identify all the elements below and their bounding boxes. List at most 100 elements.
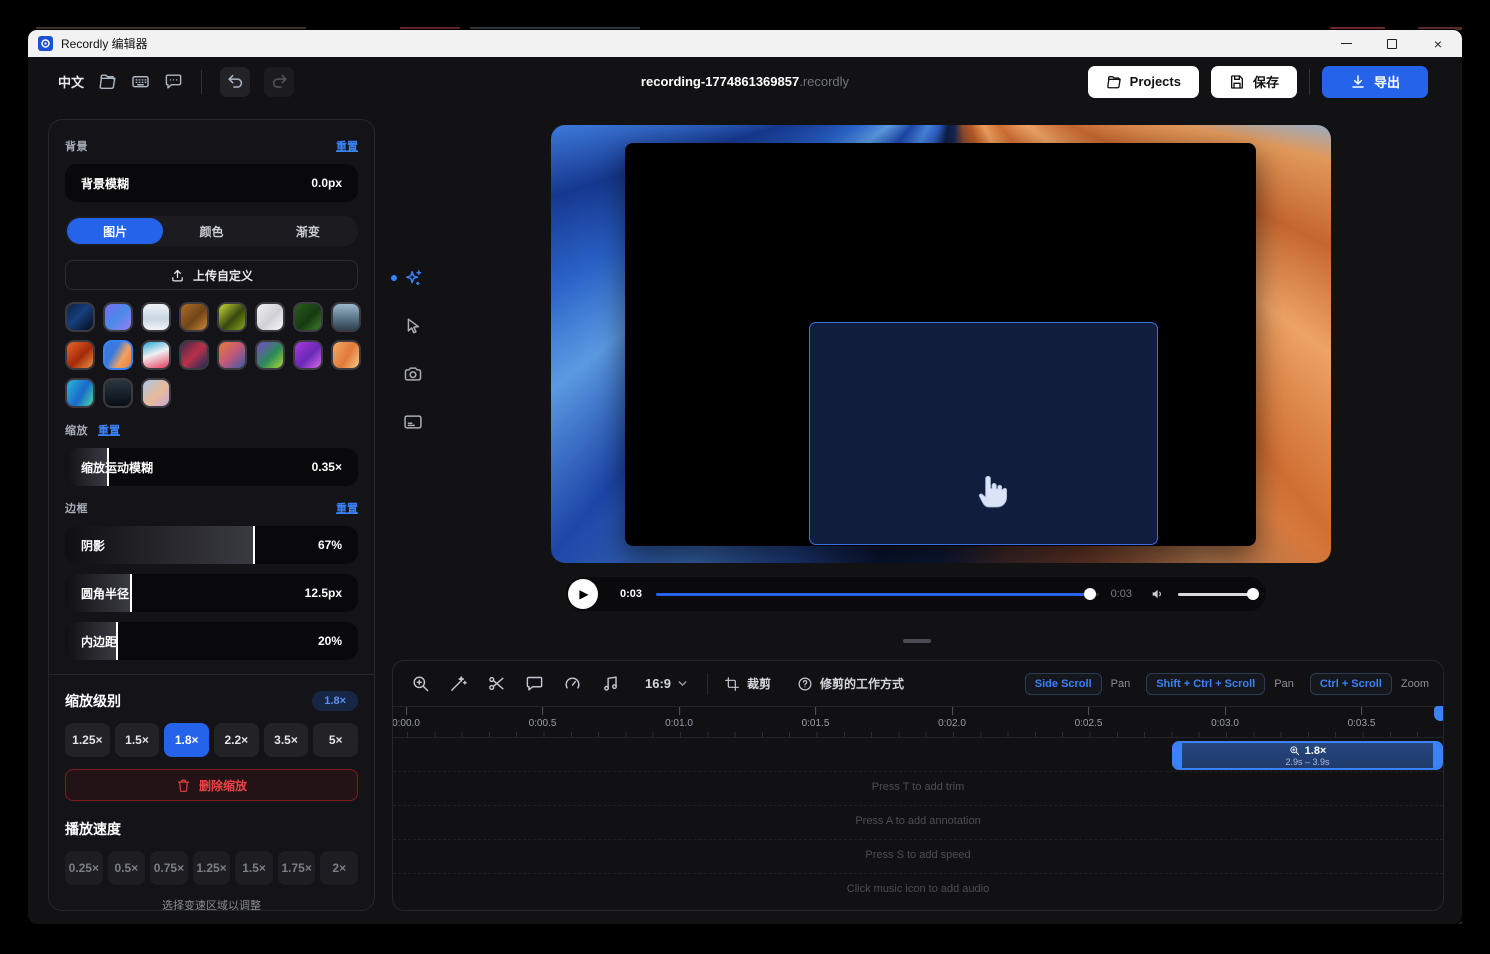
background-thumbnail[interactable] xyxy=(179,302,209,332)
save-button[interactable]: 保存 xyxy=(1211,66,1297,98)
play-button[interactable]: ▶ xyxy=(568,579,598,609)
background-thumbnail[interactable] xyxy=(103,378,133,408)
zoom-option-1-8x[interactable]: 1.8× xyxy=(164,723,209,757)
crop-button[interactable]: 裁剪 xyxy=(724,675,771,692)
background-thumbnail[interactable] xyxy=(293,340,323,370)
speed-option-1-75x[interactable]: 1.75× xyxy=(278,851,316,885)
projects-button[interactable]: Projects xyxy=(1088,66,1199,98)
zoom-option-3-5x[interactable]: 3.5× xyxy=(264,723,309,757)
ruler-tick-label: 0:01.5 xyxy=(802,718,830,729)
redo-icon xyxy=(270,72,289,91)
speed-option-0-5x[interactable]: 0.5× xyxy=(108,851,146,885)
background-thumbnail[interactable] xyxy=(293,302,323,332)
zoom-region-block[interactable]: 1.8× 2.9s – 3.9s xyxy=(1172,741,1443,770)
ai-effects-tool[interactable] xyxy=(403,268,423,288)
seek-handle[interactable] xyxy=(1084,588,1096,600)
music-icon[interactable] xyxy=(601,674,620,693)
background-thumbnail[interactable] xyxy=(217,340,247,370)
background-thumbnail[interactable] xyxy=(141,378,171,408)
titlebar[interactable]: Recordly 编辑器 × xyxy=(28,30,1462,57)
magic-wand-icon[interactable] xyxy=(449,674,468,693)
tab-color[interactable]: 颜色 xyxy=(163,218,259,244)
screenshot-tool[interactable] xyxy=(403,364,423,384)
border-reset-link[interactable]: 重置 xyxy=(336,500,358,516)
speed-option-1-25x[interactable]: 1.25× xyxy=(193,851,231,885)
keyboard-shortcuts-icon[interactable] xyxy=(131,72,150,91)
corner-radius-slider[interactable]: 圆角半径 12.5px xyxy=(65,574,358,612)
speed-option-0-75x[interactable]: 0.75× xyxy=(150,851,188,885)
active-tool-dot xyxy=(391,275,397,281)
background-thumbnail[interactable] xyxy=(141,340,171,370)
aspect-ratio-dropdown[interactable]: 16:9 xyxy=(645,676,689,691)
ruler-tick-label: 0:03.5 xyxy=(1348,718,1376,729)
tab-gradient[interactable]: 渐变 xyxy=(260,218,356,244)
background-thumbnail[interactable] xyxy=(65,340,95,370)
speed-option-2x[interactable]: 2× xyxy=(320,851,358,885)
background-blur-slider[interactable]: 背景模糊 0.0px xyxy=(65,164,358,202)
speed-option-1-5x[interactable]: 1.5× xyxy=(235,851,273,885)
playhead[interactable] xyxy=(1434,706,1444,721)
background-thumbnail[interactable] xyxy=(179,340,209,370)
export-button[interactable]: 导出 xyxy=(1322,66,1428,98)
zoom-option-2-2x[interactable]: 2.2× xyxy=(214,723,259,757)
background-blur-label: 背景模糊 xyxy=(81,175,129,192)
toolbar-divider xyxy=(1309,69,1310,95)
background-thumbnail[interactable] xyxy=(217,302,247,332)
zoom-region-left-handle[interactable] xyxy=(1174,743,1182,768)
background-thumbnail[interactable] xyxy=(103,302,133,332)
zoom-in-icon[interactable] xyxy=(411,674,430,693)
zoom-region-selection-box[interactable] xyxy=(809,322,1158,545)
open-folder-icon[interactable] xyxy=(98,72,117,91)
background-thumbnail-selected[interactable] xyxy=(103,340,133,370)
zoom-reset-link[interactable]: 重置 xyxy=(98,422,120,438)
background-thumbnail[interactable] xyxy=(255,302,285,332)
feedback-chat-icon[interactable] xyxy=(164,72,183,91)
background-thumbnail[interactable] xyxy=(331,340,361,370)
play-icon: ▶ xyxy=(579,587,588,601)
background-thumbnail[interactable] xyxy=(141,302,171,332)
cursor-tool[interactable] xyxy=(403,316,423,336)
zoom-level-header: 缩放级别 1.8× xyxy=(65,691,358,711)
delete-zoom-button[interactable]: 删除缩放 xyxy=(65,769,358,801)
background-reset-link[interactable]: 重置 xyxy=(336,138,358,154)
close-button[interactable]: × xyxy=(1428,34,1448,54)
tab-image[interactable]: 图片 xyxy=(67,218,163,244)
speed-option-0-25x[interactable]: 0.25× xyxy=(65,851,103,885)
background-thumbnail[interactable] xyxy=(65,302,95,332)
panel-resize-handle[interactable] xyxy=(903,639,931,643)
ruler-tick-label: 0:02.0 xyxy=(938,718,966,729)
zoom-magnifier-icon xyxy=(1289,745,1300,756)
motion-blur-slider[interactable]: 缩放运动模糊 0.35× xyxy=(65,448,358,486)
language-button[interactable]: 中文 xyxy=(58,72,84,91)
background-blur-value: 0.0px xyxy=(311,176,342,190)
sparkles-icon xyxy=(403,268,423,288)
volume-handle[interactable] xyxy=(1247,588,1259,600)
zoom-option-1-5x[interactable]: 1.5× xyxy=(115,723,160,757)
redo-button[interactable] xyxy=(264,67,294,97)
volume-slider[interactable] xyxy=(1178,593,1256,596)
volume-icon[interactable] xyxy=(1150,586,1166,602)
padding-slider[interactable]: 内边距 20% xyxy=(65,622,358,660)
zoom-region-right-handle[interactable] xyxy=(1433,743,1441,768)
background-thumbnail[interactable] xyxy=(331,302,361,332)
annotation-icon[interactable] xyxy=(525,674,544,693)
background-thumbnail[interactable] xyxy=(65,378,95,408)
cut-scissors-icon[interactable] xyxy=(487,674,506,693)
timeline-tracks[interactable]: 1.8× 2.9s – 3.9s Press T to add trim Pre… xyxy=(393,738,1443,910)
chevron-down-icon xyxy=(676,677,689,690)
trim-help-button[interactable]: 修剪的工作方式 xyxy=(797,675,904,692)
upload-custom-button[interactable]: 上传自定义 xyxy=(65,260,358,290)
background-thumbnail[interactable] xyxy=(255,340,285,370)
minimize-button[interactable] xyxy=(1336,34,1356,54)
seek-bar[interactable] xyxy=(656,593,1099,596)
maximize-button[interactable] xyxy=(1382,34,1402,54)
timeline-ruler[interactable]: 0:00.0 0:00.5 0:01.0 0:01.5 0:02.0 0:02.… xyxy=(393,706,1443,738)
speed-track-hint: Press S to add speed xyxy=(393,849,1443,861)
zoom-option-5x[interactable]: 5× xyxy=(313,723,358,757)
zoom-option-1-25x[interactable]: 1.25× xyxy=(65,723,110,757)
shadow-slider[interactable]: 阴影 67% xyxy=(65,526,358,564)
video-preview-canvas[interactable] xyxy=(551,125,1331,563)
captions-tool[interactable] xyxy=(403,412,423,432)
speed-gauge-icon[interactable] xyxy=(563,674,582,693)
undo-button[interactable] xyxy=(220,67,250,97)
